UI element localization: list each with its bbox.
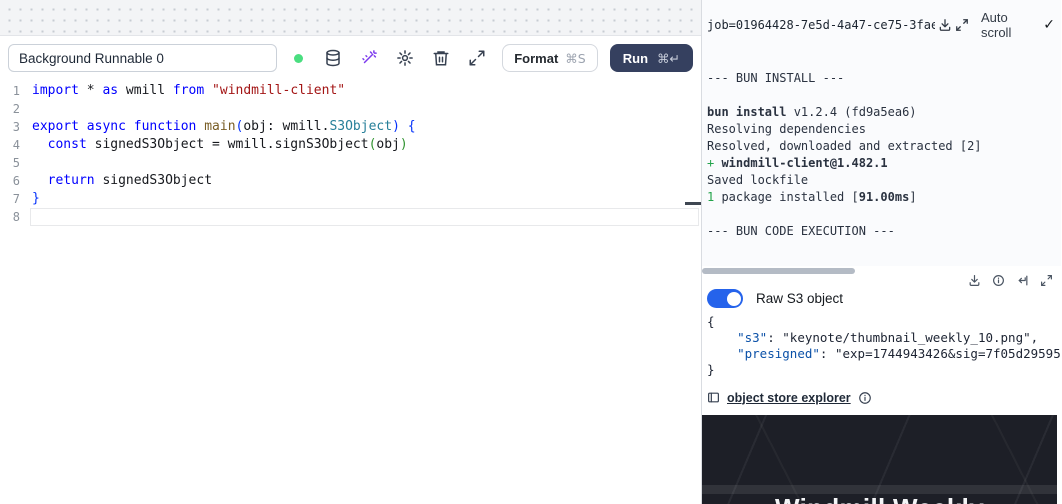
code-lines: 1import * as wmill from "windmill-client… [0, 82, 701, 226]
panel-left-icon [707, 391, 720, 404]
explorer-info-icon[interactable] [858, 391, 872, 405]
trash-icon [432, 49, 450, 67]
run-button-label: Run [623, 51, 648, 66]
result-toolbar [702, 274, 1061, 287]
app-canvas-dotted-grid[interactable] [0, 0, 701, 36]
ai-assist-button[interactable] [354, 43, 384, 73]
run-shortcut: ⌘↵ [657, 51, 680, 66]
format-shortcut: ⌘S [565, 51, 585, 66]
result-json-output: { "s3": "keynote/thumbnail_weekly_10.png… [707, 314, 1061, 378]
pane-resize-handle[interactable] [685, 202, 701, 205]
auto-scroll-label: Auto scroll [981, 10, 1033, 40]
database-button[interactable] [318, 43, 348, 73]
expand-logs-icon[interactable] [955, 18, 969, 32]
runnable-title-input[interactable] [8, 44, 277, 72]
gear-icon [396, 49, 414, 67]
download-logs-icon[interactable] [938, 18, 952, 32]
code-editor[interactable]: 1import * as wmill from "windmill-client… [0, 80, 701, 504]
info-result-icon[interactable] [992, 274, 1005, 287]
editor-pane: Format ⌘S Run ⌘↵ 1import * as wmill from… [0, 0, 702, 504]
expand-icon [468, 49, 486, 67]
download-result-icon[interactable] [968, 274, 981, 287]
job-log-output: --- BUN INSTALL --- bun install v1.2.4 (… [707, 70, 1061, 240]
expand-editor-button[interactable] [462, 43, 492, 73]
object-store-explorer-row: object store explorer [707, 390, 1061, 405]
raw-s3-toggle-row: Raw S3 object [707, 289, 1061, 308]
raw-s3-toggle-label: Raw S3 object [756, 291, 843, 306]
preview-title: Windmill Weekly [702, 493, 1057, 504]
database-icon [324, 49, 342, 67]
fullscreen-result-icon[interactable] [1040, 274, 1053, 287]
object-store-explorer-link[interactable]: object store explorer [727, 391, 851, 405]
log-section: job=01964428-7e5d-4a47-ce75-3fae4 Auto s… [702, 0, 1061, 266]
windmill-app: Format ⌘S Run ⌘↵ 1import * as wmill from… [0, 0, 1062, 504]
run-button[interactable]: Run ⌘↵ [610, 44, 693, 72]
raw-s3-toggle[interactable] [707, 289, 743, 308]
s3-image-preview: Windmill Weekly [702, 415, 1057, 504]
log-header: job=01964428-7e5d-4a47-ce75-3fae4 Auto s… [707, 10, 1055, 40]
auto-scroll-checkbox[interactable]: ✓ [1043, 17, 1055, 33]
magic-wand-icon [360, 49, 378, 67]
output-pane: job=01964428-7e5d-4a47-ce75-3fae4 Auto s… [702, 0, 1061, 504]
runnable-toolbar: Format ⌘S Run ⌘↵ [0, 36, 701, 80]
job-id-label: job=01964428-7e5d-4a47-ce75-3fae4 [707, 18, 935, 32]
saved-status-dot [294, 54, 303, 63]
settings-button[interactable] [390, 43, 420, 73]
format-button[interactable]: Format ⌘S [502, 44, 598, 72]
format-button-label: Format [514, 51, 558, 66]
open-drawer-icon[interactable] [1016, 274, 1029, 287]
delete-button[interactable] [426, 43, 456, 73]
